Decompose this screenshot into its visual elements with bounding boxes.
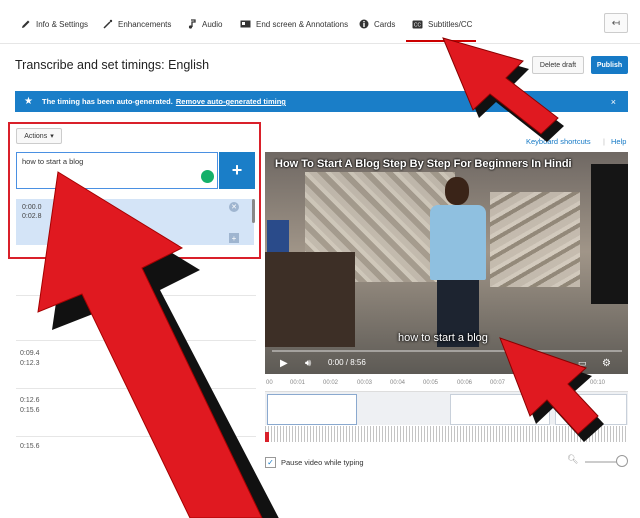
star-icon: ★ bbox=[24, 96, 33, 107]
delete-draft-button[interactable]: Delete draft bbox=[532, 56, 584, 74]
tab-end-screen[interactable]: End screen & Annotations bbox=[240, 15, 348, 33]
timeline-tick: 00:09 bbox=[557, 380, 573, 386]
timeline-tick: 00:05 bbox=[423, 380, 439, 386]
annotation-arrow-tab bbox=[442, 37, 559, 135]
timeline-tick: 00 bbox=[266, 380, 273, 386]
audio-waveform bbox=[265, 426, 628, 442]
svg-text:CC: CC bbox=[414, 22, 422, 28]
zoom-icon: 🔍︎ bbox=[567, 454, 579, 464]
tab-cards[interactable]: Cards bbox=[358, 15, 395, 33]
cc-icon: CC bbox=[412, 19, 423, 30]
end-screen-icon bbox=[240, 19, 251, 30]
tab-label: End screen & Annotations bbox=[256, 19, 349, 29]
caption-end-time[interactable]: 0:15.6 bbox=[20, 406, 39, 416]
caption-block[interactable] bbox=[267, 394, 357, 425]
timeline-tick: 00:04 bbox=[390, 380, 406, 386]
tab-enhancements[interactable]: Enhancements bbox=[102, 15, 171, 33]
play-icon[interactable]: ▶ bbox=[280, 358, 288, 369]
back-button[interactable]: ↤ bbox=[604, 13, 628, 33]
tab-label: Cards bbox=[374, 19, 396, 29]
timeline-tick: 00:10 bbox=[590, 380, 606, 386]
keyboard-shortcuts-link[interactable]: Keyboard shortcuts bbox=[526, 137, 591, 146]
caption-start-time[interactable]: 0:15.6 bbox=[20, 442, 39, 452]
video-controls: ▶ 🔊︎ 0:00 / 8:56 ▭ ⚙ bbox=[265, 353, 628, 374]
pause-while-typing-label: Pause video while typing bbox=[281, 458, 364, 467]
timeline-tick: 00:03 bbox=[357, 380, 373, 386]
highlight-box bbox=[8, 122, 261, 259]
caption-block[interactable] bbox=[450, 394, 550, 425]
video-time: 0:00 / 8:56 bbox=[328, 358, 366, 367]
caption-start-time[interactable]: 0:09.4 bbox=[20, 349, 39, 359]
caption-track[interactable] bbox=[265, 391, 628, 425]
video-progress-bar[interactable] bbox=[272, 350, 622, 352]
caption-start-time[interactable]: 0:12.6 bbox=[20, 396, 39, 406]
video-scene-person bbox=[425, 177, 491, 347]
zoom-slider-handle[interactable] bbox=[616, 455, 628, 467]
video-scene-speaker bbox=[591, 164, 628, 304]
tab-label: Info & Settings bbox=[36, 19, 89, 29]
magic-wand-icon bbox=[102, 19, 113, 30]
timeline-tick: 00:01 bbox=[290, 380, 306, 386]
timeline-tick: 00:02 bbox=[323, 380, 339, 386]
close-icon[interactable]: × bbox=[611, 97, 616, 107]
timeline-tick: 00:08 bbox=[523, 380, 539, 386]
link-separator: | bbox=[603, 137, 605, 146]
help-link[interactable]: Help bbox=[611, 137, 626, 146]
page-title: Transcribe and set timings: English bbox=[15, 58, 210, 72]
caption-row[interactable]: 0:12.6 0:15.6 bbox=[20, 396, 39, 416]
row-divider bbox=[16, 436, 256, 437]
tab-label: Subtitles/CC bbox=[428, 19, 473, 29]
caption-row[interactable]: 0:09.4 0:12.3 bbox=[20, 349, 39, 369]
pause-while-typing-checkbox[interactable]: ✓ bbox=[265, 457, 276, 468]
gear-icon[interactable]: ⚙ bbox=[602, 358, 611, 369]
row-divider bbox=[16, 295, 256, 296]
auto-timing-banner: ★ The timing has been auto-generated. Re… bbox=[15, 91, 628, 112]
caption-end-time[interactable]: 0:12.3 bbox=[20, 359, 39, 369]
caption-block[interactable] bbox=[555, 394, 627, 425]
tab-bar: Info & Settings Enhancements Audio End s… bbox=[0, 0, 640, 44]
row-divider bbox=[16, 388, 256, 389]
music-note-icon bbox=[186, 19, 197, 30]
playhead-marker bbox=[265, 432, 269, 442]
video-caption-overlay: how to start a blog bbox=[398, 332, 488, 344]
remove-auto-timing-link[interactable]: Remove auto-generated timing bbox=[176, 97, 286, 106]
publish-button[interactable]: Publish bbox=[591, 56, 628, 74]
tab-subtitles-cc[interactable]: CC Subtitles/CC bbox=[405, 15, 477, 42]
info-icon bbox=[358, 19, 369, 30]
video-scene-wall bbox=[490, 192, 580, 287]
video-title: How To Start A Blog Step By Step For Beg… bbox=[275, 158, 572, 170]
video-scene-desk bbox=[265, 252, 355, 347]
tab-label: Enhancements bbox=[118, 19, 172, 29]
tab-info-settings[interactable]: Info & Settings bbox=[20, 15, 88, 33]
pencil-icon bbox=[20, 19, 31, 30]
tab-label: Audio bbox=[202, 19, 223, 29]
timeline-ruler: 00 00:01 00:02 00:03 00:04 00:05 00:06 0… bbox=[265, 378, 628, 390]
subtitles-icon[interactable]: ▭ bbox=[578, 358, 587, 369]
banner-text: The timing has been auto-generated. bbox=[42, 97, 173, 106]
timeline-tick: 00:07 bbox=[490, 380, 506, 386]
caption-row[interactable]: 0:15.6 bbox=[20, 442, 39, 452]
video-scene-monitor bbox=[267, 220, 289, 254]
volume-icon[interactable]: 🔊︎ bbox=[305, 358, 311, 369]
row-divider bbox=[16, 340, 256, 341]
timeline-tick: 00:06 bbox=[457, 380, 473, 386]
tab-audio[interactable]: Audio bbox=[186, 15, 222, 33]
